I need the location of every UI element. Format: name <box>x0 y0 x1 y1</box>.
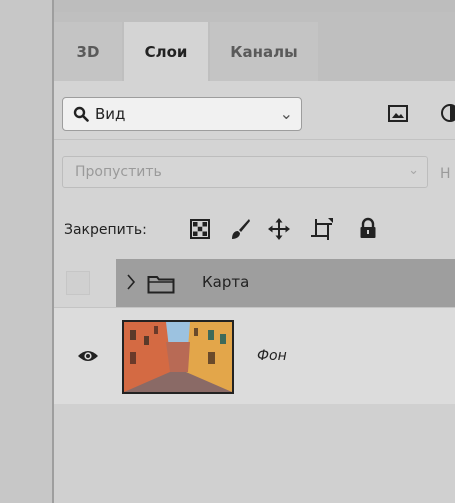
tab-channels[interactable]: Каналы <box>210 22 318 81</box>
blend-mode-value: Пропустить <box>75 164 162 180</box>
chevron-down-icon: ⌄ <box>408 163 419 178</box>
panel-top-edge <box>54 0 455 12</box>
layer-row-group[interactable]: Карта <box>54 259 455 307</box>
street-image <box>124 322 232 392</box>
filter-kind-select[interactable]: Вид ⌄ <box>62 97 302 131</box>
layer-name[interactable]: Фон <box>257 348 287 364</box>
folder-icon <box>147 276 175 294</box>
adjustment-filter-icon[interactable] <box>440 103 455 123</box>
layers-empty-area <box>54 404 455 503</box>
lock-row: Закрепить: <box>54 201 455 259</box>
blend-mode-select[interactable]: Пропустить ⌄ <box>62 156 428 188</box>
layer-name[interactable]: Карта <box>202 273 249 291</box>
filter-kind-label: Вид <box>95 105 126 123</box>
blend-mode-row: Пропустить ⌄ Н <box>54 139 455 202</box>
lock-all-icon[interactable] <box>357 217 379 239</box>
eye-icon[interactable] <box>77 349 99 363</box>
lock-artboard-icon[interactable] <box>311 218 333 240</box>
tab-layers[interactable]: Слои <box>124 22 208 81</box>
panel-tab-bar: 3D Слои Каналы <box>54 12 455 81</box>
lock-position-icon[interactable] <box>268 218 290 240</box>
chevron-down-icon: ⌄ <box>279 104 293 123</box>
lock-image-pixels-icon[interactable] <box>229 218 251 240</box>
layers-panel: 3D Слои Каналы Вид ⌄ Пропустить ⌄ Н Закр… <box>54 0 455 503</box>
opacity-label: Н <box>440 166 451 182</box>
chevron-right-icon[interactable] <box>126 273 136 291</box>
lock-label: Закрепить: <box>64 222 147 238</box>
left-toolbar-edge <box>0 0 54 503</box>
search-icon <box>73 106 89 122</box>
layer-filter-row: Вид ⌄ <box>54 81 455 139</box>
tab-3d[interactable]: 3D <box>54 22 122 81</box>
visibility-toggle-empty[interactable] <box>66 271 90 295</box>
layer-row-background[interactable]: Фон <box>54 307 455 405</box>
layer-thumbnail[interactable] <box>122 320 234 394</box>
image-filter-icon[interactable] <box>388 105 408 122</box>
lock-transparent-pixels-icon[interactable] <box>189 218 211 240</box>
